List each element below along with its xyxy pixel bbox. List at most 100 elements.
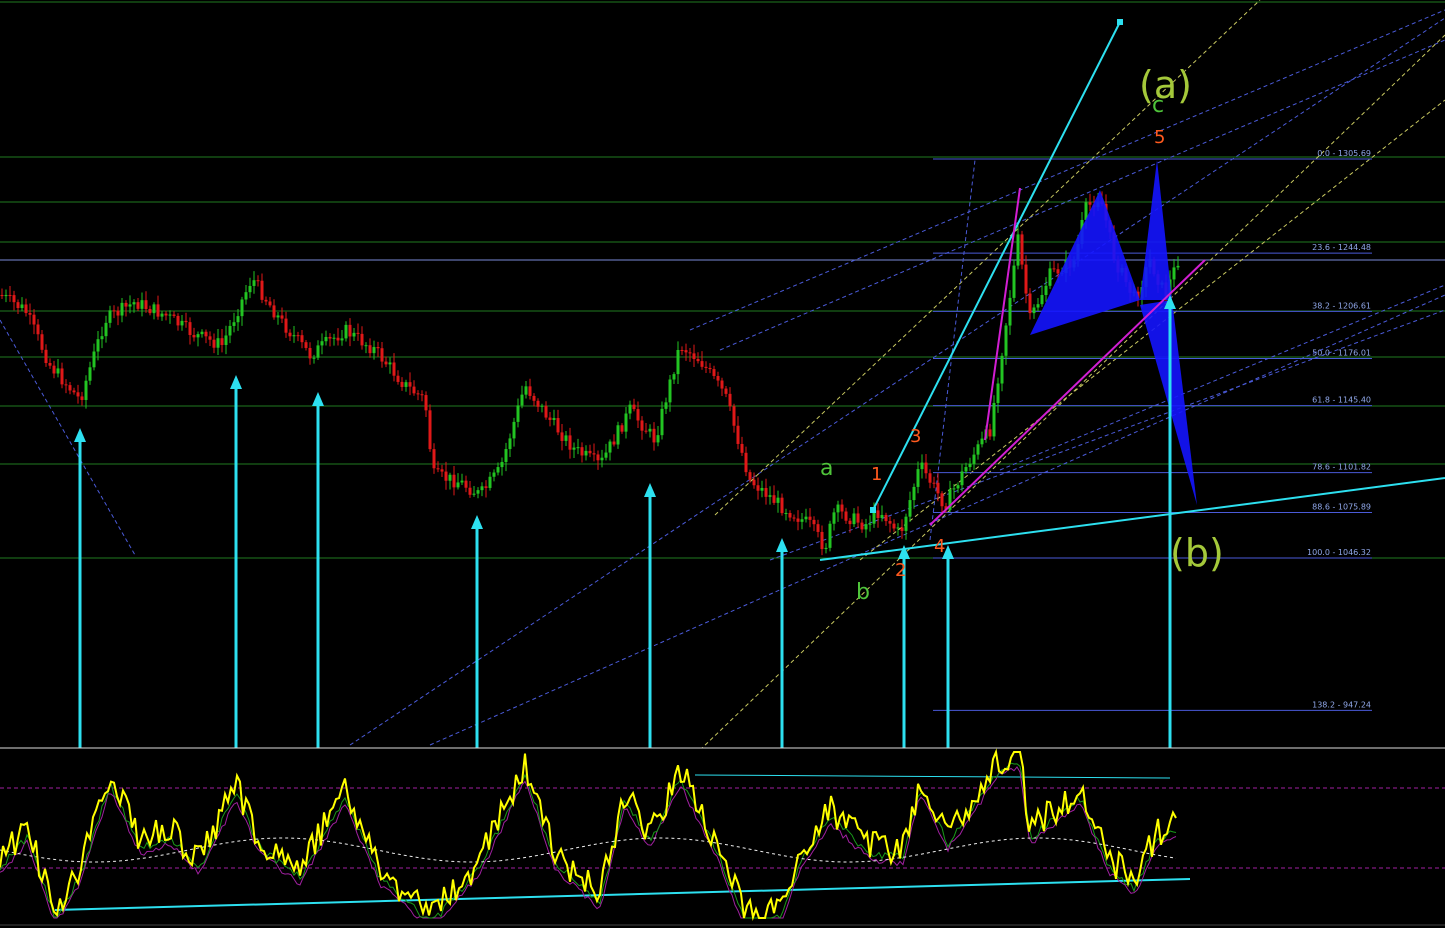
candle-body-294 [1176,265,1180,268]
candle-body-125 [500,461,504,468]
candle-body-36 [144,300,148,310]
candle-body-193 [772,495,776,503]
candle-body-189 [756,485,760,491]
candle-body-85 [340,338,344,341]
candle-body-93 [372,347,376,354]
candle-body-255 [1020,234,1024,265]
candle-body-260 [1040,295,1044,305]
candle-body-259 [1036,304,1040,308]
pattern-bcd [1140,160,1172,300]
candle-body-178 [712,369,716,376]
candle-body-215 [860,522,864,530]
candle-body-63 [252,280,256,286]
candle-body-31 [124,302,128,307]
candle-body-224 [896,527,900,529]
candle-body-34 [136,302,140,309]
candle-body-29 [116,310,120,316]
candle-body-249 [996,383,1000,403]
candle-body-67 [268,301,272,306]
candle-body-142 [568,435,572,450]
fib-level-label-3: 50.0 - 1176.01 [1312,348,1371,357]
candle-body-2 [8,295,12,297]
candle-body-58 [232,322,236,326]
candle-body-156 [624,413,628,432]
candle-body-256 [1024,264,1028,294]
candle-body-7 [28,313,32,315]
candle-body-71 [284,318,288,333]
candle-body-151 [604,452,608,458]
candle-body-122 [488,476,492,488]
harmonic-pattern [1030,160,1197,505]
candle-body-152 [608,441,612,453]
candle-body-109 [436,468,440,470]
wave-label-a: a [820,456,833,481]
candle-body-118 [472,493,476,495]
candle-body-23 [92,351,96,368]
candle-body-49 [196,334,200,338]
candle-body-207 [828,523,832,548]
fib-level-label-6: 88.6 - 1075.89 [1312,503,1371,512]
trendline-magenta-steep [984,187,1021,441]
trendline-anchor-top [1117,19,1123,25]
trendline-anchor-bottom [870,507,876,513]
candle-body-203 [812,519,816,525]
candle-body-146 [584,450,588,456]
candle-body-116 [464,480,468,488]
candle-body-210 [840,504,844,512]
candle-body-3 [12,295,16,303]
candle-body-199 [796,518,800,522]
candle-body-171 [684,350,688,353]
candle-body-102 [408,382,412,387]
candle-body-114 [456,482,460,488]
arrow-head-0 [74,428,86,442]
candle-body-112 [448,474,452,481]
candle-body-88 [352,332,356,337]
candle-body-136 [544,405,548,418]
candle-body-161 [644,430,648,432]
candle-body-154 [616,425,620,445]
candle-body-234 [936,482,940,494]
candle-body-37 [148,309,152,314]
candle-body-134 [536,400,540,407]
wave-label-4: 4 [934,536,945,557]
candle-body-219 [876,510,880,519]
candle-body-176 [704,366,708,368]
candle-body-247 [988,429,992,437]
candle-body-263 [1052,268,1056,270]
channel-line-3 [429,294,1445,746]
candlestick-series [0,191,1180,556]
candle-body-244 [976,444,980,455]
candle-body-155 [620,425,624,432]
candle-body-126 [504,449,508,462]
fib-level-label-1: 23.6 - 1244.48 [1312,243,1371,252]
candle-body-174 [696,359,700,362]
candle-body-206 [824,547,828,550]
candle-body-65 [260,280,264,300]
candle-body-62 [248,285,252,293]
wave-label-3: 3 [910,426,921,447]
candle-body-141 [564,435,568,441]
candle-body-137 [548,417,552,420]
candle-body-148 [592,453,596,455]
candle-body-239 [956,485,960,489]
candle-body-68 [272,305,276,318]
wave-label-2: 2 [895,560,906,581]
candle-body-83 [332,337,336,339]
candle-body-183 [732,406,736,426]
candle-body-232 [928,473,932,483]
candle-body-16 [64,384,68,386]
candle-body-98 [392,362,396,376]
candle-body-111 [444,471,448,481]
candle-body-89 [356,332,360,334]
candle-body-5 [20,304,24,309]
candle-body-99 [396,375,400,382]
candle-body-6 [24,304,28,314]
candle-body-240 [960,471,964,486]
candle-body-185 [740,443,744,453]
candle-body-252 [1008,297,1012,326]
candle-body-110 [440,469,444,472]
candle-body-229 [916,469,920,487]
candle-body-9 [36,324,40,335]
candle-body-241 [964,467,968,472]
candle-body-254 [1016,234,1020,266]
